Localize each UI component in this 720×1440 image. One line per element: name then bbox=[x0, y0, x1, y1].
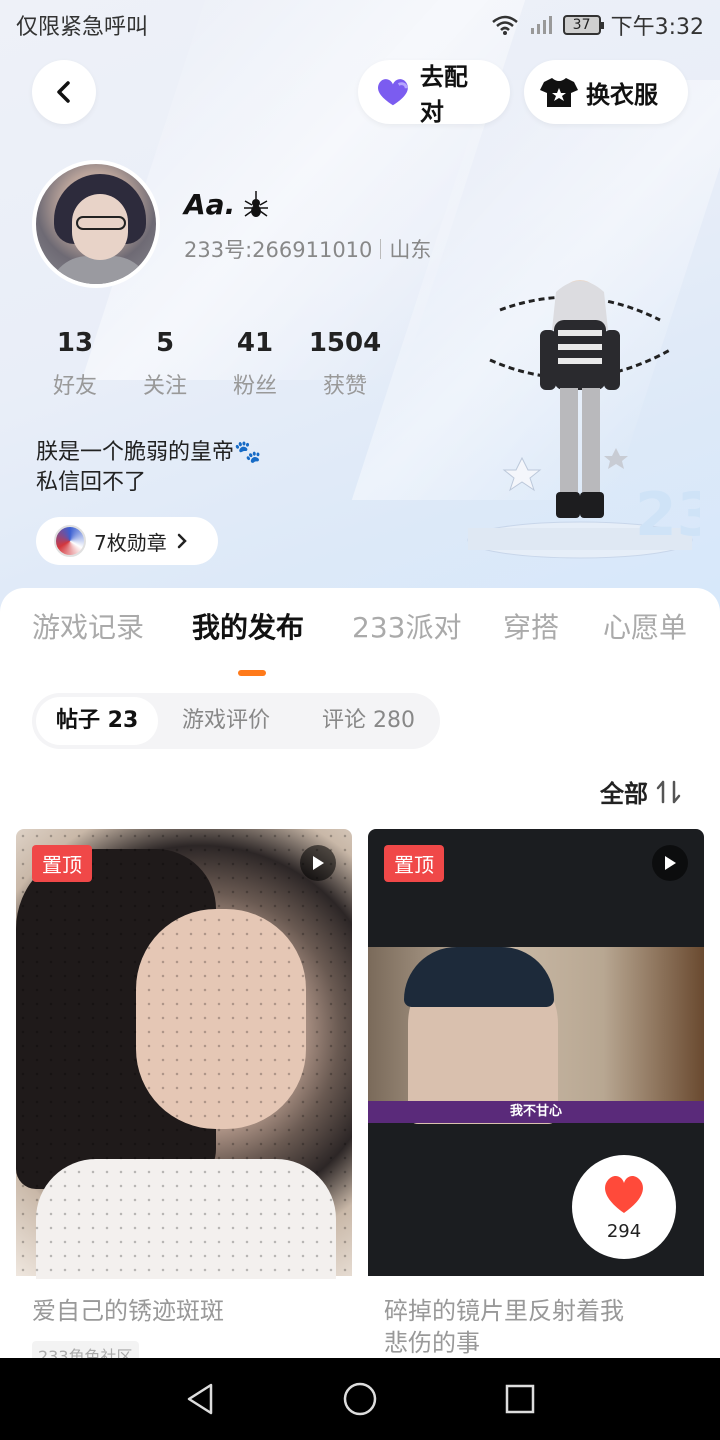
sort-dropdown[interactable]: 全部 bbox=[600, 774, 682, 809]
stat-likes[interactable]: 1504 获赞 bbox=[300, 328, 390, 400]
stats-row: 13 好友 5 关注 41 粉丝 1504 获赞 bbox=[30, 328, 390, 400]
bio-line: 私信回不了 bbox=[36, 470, 147, 495]
circle-home-icon bbox=[343, 1382, 377, 1416]
back-arrow-icon bbox=[57, 81, 70, 103]
square-recents-icon bbox=[505, 1384, 535, 1414]
avatar[interactable] bbox=[32, 160, 160, 288]
tab-my-posts[interactable]: 我的发布 bbox=[192, 606, 304, 646]
tab-outfits[interactable]: 穿搭 bbox=[503, 606, 559, 646]
divider bbox=[380, 239, 382, 259]
pair-label: 去配对 bbox=[419, 63, 468, 126]
play-icon bbox=[652, 845, 688, 881]
tab-wishlist[interactable]: 心愿单 bbox=[603, 606, 687, 646]
post-title-line: 悲伤的事 bbox=[384, 1329, 480, 1357]
system-navigation-bar bbox=[0, 1358, 720, 1440]
username-text: Aa. bbox=[184, 188, 236, 221]
carrier-text: 仅限紧急呼叫 bbox=[16, 15, 149, 40]
post-community-tag: 233角色社区 bbox=[32, 1341, 139, 1359]
stat-friends[interactable]: 13 好友 bbox=[30, 328, 120, 400]
active-tab-indicator bbox=[238, 670, 266, 676]
like-button[interactable]: 294 bbox=[572, 1155, 676, 1259]
post-card[interactable]: 置顶 爱自己的锈迹斑斑 233角色社区 bbox=[16, 829, 352, 1359]
subtab-posts[interactable]: 帖子 23 bbox=[36, 697, 159, 745]
post-filter-tabs: 帖子 23 游戏评价 评论 280 bbox=[32, 693, 440, 749]
sort-label: 全部 bbox=[600, 780, 648, 808]
battery-icon: 37 bbox=[562, 15, 604, 35]
like-heart-icon bbox=[605, 1176, 643, 1213]
tab-233-party[interactable]: 233派对 bbox=[352, 606, 461, 646]
triangle-back-icon bbox=[187, 1383, 213, 1415]
post-card[interactable]: 我不甘心 置顶 294 碎掉的镜片里反射着我 悲伤的事 bbox=[368, 829, 704, 1359]
heart-icon bbox=[378, 79, 408, 106]
nav-home-button[interactable] bbox=[337, 1376, 383, 1422]
pinned-tag: 置顶 bbox=[384, 845, 444, 882]
wifi-icon bbox=[491, 15, 518, 35]
back-button[interactable] bbox=[32, 60, 96, 124]
avatar-3d-figure[interactable]: 23 bbox=[460, 270, 700, 570]
stat-following[interactable]: 5 关注 bbox=[120, 328, 210, 400]
medal-icon bbox=[54, 525, 86, 557]
pair-button[interactable]: 去配对 bbox=[358, 60, 510, 126]
stat-fans[interactable]: 41 粉丝 bbox=[210, 328, 300, 400]
outfit-label: 换衣服 bbox=[586, 80, 658, 109]
stat-label: 粉丝 bbox=[232, 374, 277, 399]
sort-icon bbox=[656, 780, 681, 803]
subtab-game-reviews[interactable]: 游戏评价 bbox=[162, 697, 290, 745]
pinned-tag: 置顶 bbox=[32, 845, 92, 882]
stat-label: 关注 bbox=[142, 374, 187, 399]
profile-tabs: 游戏记录 我的发布 233派对 穿搭 心愿单 bbox=[0, 606, 720, 666]
post-title: 碎掉的镜片里反射着我 悲伤的事 bbox=[384, 1295, 624, 1359]
like-count: 294 bbox=[606, 1221, 642, 1242]
svg-text:23: 23 bbox=[635, 480, 700, 550]
user-id: 233号:266911010 bbox=[184, 238, 373, 262]
stat-number: 41 bbox=[236, 328, 274, 358]
clock-time: 下午3:32 bbox=[610, 15, 704, 40]
tab-game-records[interactable]: 游戏记录 bbox=[32, 606, 144, 646]
stat-label: 获赞 bbox=[322, 374, 367, 399]
post-thumbnail bbox=[16, 829, 352, 1279]
change-outfit-button[interactable]: 换衣服 bbox=[524, 60, 688, 124]
bio: 朕是一个脆弱的皇帝🐾 私信回不了 bbox=[36, 438, 261, 498]
video-caption: 我不甘心 bbox=[368, 1101, 704, 1123]
spider-icon bbox=[244, 190, 269, 217]
username: Aa. bbox=[184, 188, 269, 221]
user-id-line: 233号:266911010 山东 bbox=[184, 234, 431, 264]
status-bar: 仅限紧急呼叫 37 下午3:32 bbox=[0, 0, 720, 50]
play-icon bbox=[300, 845, 336, 881]
stat-number: 5 bbox=[155, 328, 175, 358]
post-title: 爱自己的锈迹斑斑 bbox=[32, 1297, 224, 1325]
user-location: 山东 bbox=[389, 238, 432, 262]
medals-label: 7枚勋章 bbox=[94, 530, 167, 555]
tshirt-icon bbox=[540, 78, 578, 107]
stat-number: 1504 bbox=[308, 328, 382, 358]
stat-label: 好友 bbox=[52, 374, 97, 399]
subtab-comments[interactable]: 评论 280 bbox=[302, 697, 435, 745]
signal-icon bbox=[530, 16, 552, 34]
nav-back-button[interactable] bbox=[177, 1376, 223, 1422]
bio-line: 朕是一个脆弱的皇帝🐾 bbox=[36, 440, 262, 465]
medals-button[interactable]: 7枚勋章 bbox=[36, 517, 218, 565]
nav-recents-button[interactable] bbox=[497, 1376, 543, 1422]
post-title-line: 碎掉的镜片里反射着我 bbox=[384, 1297, 624, 1325]
stat-number: 13 bbox=[56, 328, 94, 358]
chevron-right-icon bbox=[177, 533, 187, 549]
